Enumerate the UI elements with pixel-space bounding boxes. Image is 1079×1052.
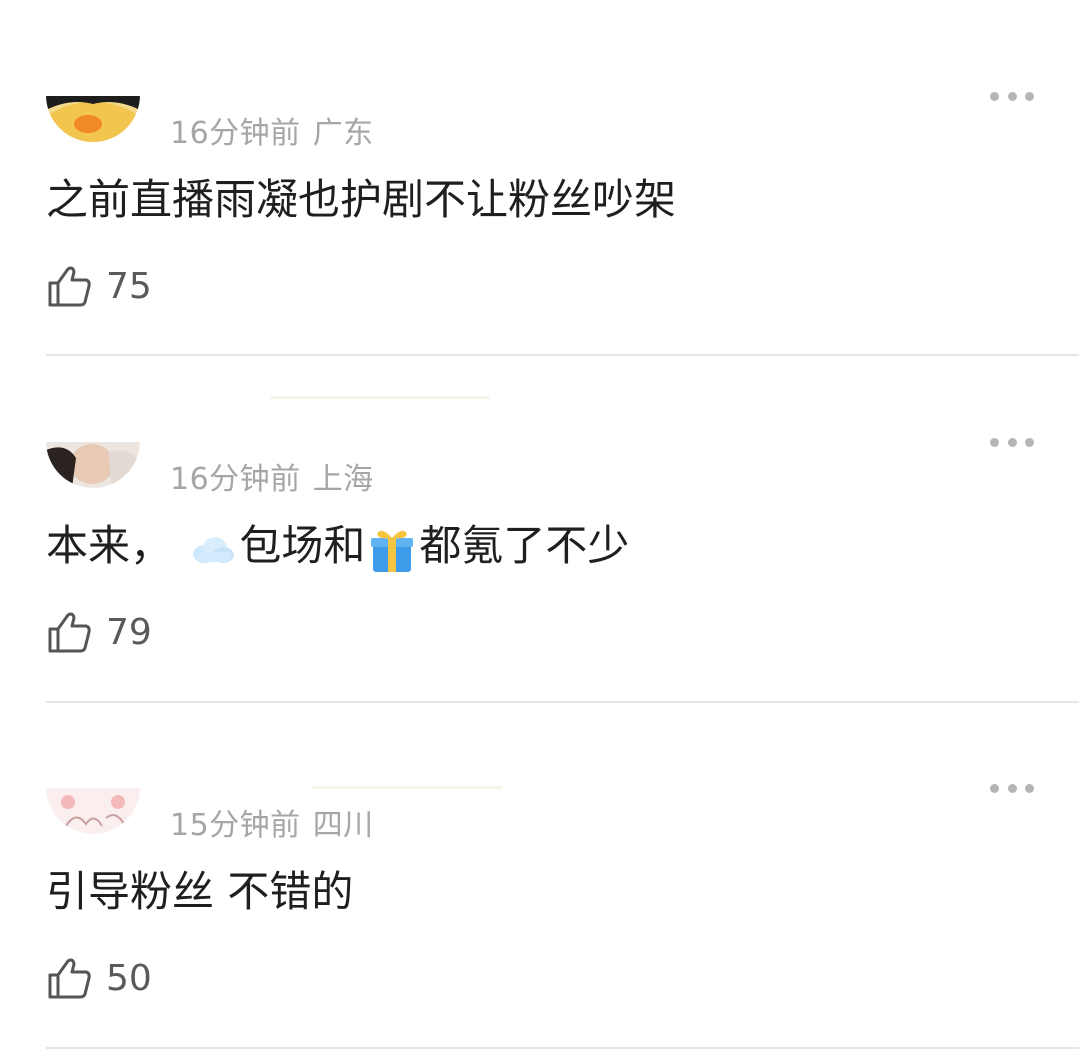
faint-line — [270, 396, 490, 399]
comment-time: 16分钟前 — [170, 116, 301, 151]
cloud-emoji-icon — [193, 536, 235, 563]
avatar-mask — [30, 42, 550, 96]
thumbs-up-icon — [48, 612, 91, 653]
comment-time: 15分钟前 — [170, 808, 301, 843]
comment-meta: 16分钟前 上海 — [170, 454, 374, 498]
more-dots-icon[interactable] — [990, 90, 1034, 102]
comment-meta: 15分钟前 四川 — [170, 800, 374, 844]
comment-item: 15分钟前 四川 引导粉丝 不错的 50 — [0, 692, 1079, 1049]
thumbs-up-icon — [48, 266, 91, 307]
like-button[interactable]: 50 — [46, 950, 152, 1006]
comment-time: 16分钟前 — [170, 462, 301, 497]
comment-text: 本来， 包场和 都氪了不少 — [46, 516, 629, 576]
gift-emoji-icon — [371, 530, 414, 572]
more-dots-icon[interactable] — [990, 436, 1034, 448]
comment-location: 上海 — [312, 462, 374, 497]
divider — [46, 1047, 1079, 1049]
comment-text-part: 本来， — [46, 521, 173, 570]
comment-text: 引导粉丝 不错的 — [46, 867, 354, 916]
like-button[interactable]: 79 — [46, 604, 152, 660]
avatar-mask — [30, 734, 550, 788]
more-dots-icon[interactable] — [990, 782, 1034, 794]
thumbs-up-icon — [48, 958, 91, 999]
comment-location: 广东 — [312, 116, 374, 151]
comment-item: 16分钟前 广东 之前直播雨凝也护剧不让粉丝吵架 75 — [0, 0, 1079, 356]
comment-meta: 16分钟前 广东 — [170, 108, 374, 152]
faint-line — [312, 786, 502, 789]
comment-text: 之前直播雨凝也护剧不让粉丝吵架 — [46, 175, 677, 224]
like-button[interactable]: 75 — [46, 258, 152, 314]
like-count: 50 — [106, 957, 152, 999]
comment-item: 16分钟前 上海 本来， 包场和 都氪了不少 79 — [0, 346, 1079, 703]
like-count: 75 — [106, 265, 152, 307]
comment-location: 四川 — [312, 808, 374, 843]
comment-text-part: 都氪了不少 — [419, 521, 630, 570]
comment-text-part: 包场和 — [239, 521, 366, 570]
like-count: 79 — [106, 611, 152, 653]
